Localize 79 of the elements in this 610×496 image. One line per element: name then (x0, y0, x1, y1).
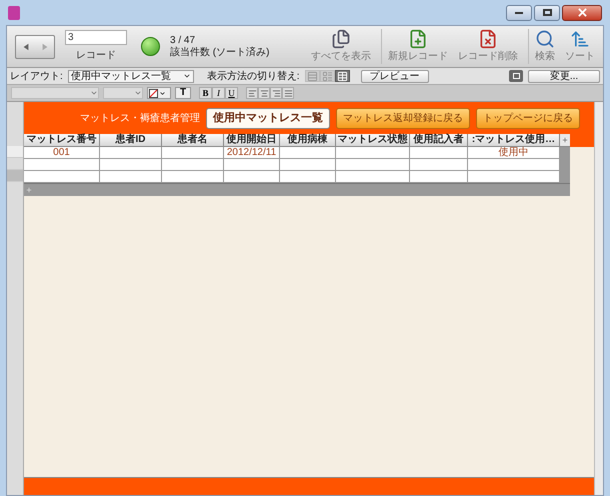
preview-button[interactable]: プレビュー (360, 70, 429, 82)
document-plus-icon (408, 29, 428, 49)
table-cell[interactable] (224, 159, 280, 171)
table-cell[interactable] (336, 159, 410, 171)
table-cell[interactable] (468, 159, 560, 171)
search-icon (535, 29, 555, 49)
maximize-button[interactable] (534, 4, 560, 20)
font-dropdown[interactable] (11, 87, 99, 99)
table-cell[interactable] (100, 159, 162, 171)
column-header[interactable]: :マットレス使用… (468, 134, 560, 147)
status-icon (141, 37, 160, 56)
current-layout-tab[interactable]: 使用中マットレス一覧 (206, 108, 330, 128)
form-view-icon (306, 70, 318, 82)
table-cell[interactable] (410, 147, 468, 159)
style-button[interactable]: I (212, 87, 225, 99)
header-title: マットレス・褥瘡患者管理 (80, 112, 200, 126)
scrollbar[interactable] (594, 102, 603, 495)
dropdown-icon (90, 89, 98, 97)
column-header[interactable]: 患者名 (162, 134, 224, 147)
record-label: レコード (76, 49, 116, 63)
color-picker[interactable] (147, 87, 171, 99)
table-cell[interactable] (280, 159, 336, 171)
dropdown-icon (159, 90, 166, 96)
table-cell[interactable] (162, 159, 224, 171)
table-cell[interactable] (24, 159, 100, 171)
table-cell[interactable]: 使用中 (468, 147, 560, 159)
table-cell[interactable] (280, 147, 336, 159)
change-button[interactable]: 変更... (528, 70, 600, 82)
table-cell[interactable] (100, 171, 162, 183)
close-button[interactable] (562, 4, 602, 20)
align-icon[interactable] (284, 88, 292, 98)
nav-button[interactable]: トップページに戻る (476, 108, 580, 128)
close-icon (578, 8, 586, 17)
minimize-button[interactable] (506, 4, 532, 20)
record-book-icon[interactable] (15, 34, 55, 58)
column-header[interactable]: マットレス状態 (336, 134, 410, 147)
table-cell[interactable] (162, 171, 224, 183)
add-column-button[interactable]: + (560, 134, 570, 147)
table-cell[interactable] (336, 147, 410, 159)
column-header[interactable]: 使用病棟 (280, 134, 336, 147)
nav-button[interactable]: マットレス返却登録に戻る (336, 108, 470, 128)
align-icon[interactable] (272, 88, 280, 98)
table-view-icon (336, 70, 348, 82)
list-view-icon (322, 70, 333, 82)
column-header[interactable]: マットレス番号 (24, 134, 100, 147)
style-button[interactable]: B (199, 87, 212, 99)
app-icon (8, 6, 20, 20)
layout-dropdown[interactable]: 使用中マットレス一覧 (68, 70, 194, 82)
table-cell[interactable] (410, 159, 468, 171)
table-cell[interactable] (280, 171, 336, 183)
column-header[interactable]: 使用記入者 (410, 134, 468, 147)
view-label: 表示方法の切り替え: (206, 70, 300, 84)
layout-label: レイアウト: (10, 70, 63, 84)
dropdown-icon (182, 72, 191, 80)
documents-icon (331, 29, 351, 49)
dropdown-icon (134, 89, 142, 97)
table-cell[interactable] (162, 147, 224, 159)
style-button[interactable]: U (225, 87, 238, 99)
align-icon[interactable] (248, 88, 256, 98)
found-count-label: 該当件数 (ソート済み) (170, 46, 270, 58)
align-icon[interactable] (260, 88, 268, 98)
column-header[interactable]: 患者ID (100, 134, 162, 147)
sort-icon (570, 29, 590, 49)
record-number-field[interactable]: 3 (65, 30, 127, 45)
view-button[interactable] (334, 70, 350, 82)
table-cell[interactable] (410, 171, 468, 183)
table-cell[interactable] (100, 147, 162, 159)
text-tool-button[interactable]: T (175, 87, 191, 99)
table-cell[interactable] (224, 171, 280, 183)
table-cell[interactable] (24, 171, 100, 183)
table-cell[interactable] (468, 171, 560, 183)
document-x-icon (478, 29, 498, 49)
table-cell[interactable]: 001 (24, 147, 100, 159)
no-color-icon (149, 88, 158, 98)
table-cell[interactable] (336, 171, 410, 183)
record-count: 3 / 47 (170, 34, 196, 46)
font-style-icon[interactable] (509, 70, 523, 82)
column-header[interactable]: 使用開始日 (224, 134, 280, 147)
table-cell[interactable]: 2012/12/11 (224, 147, 280, 159)
